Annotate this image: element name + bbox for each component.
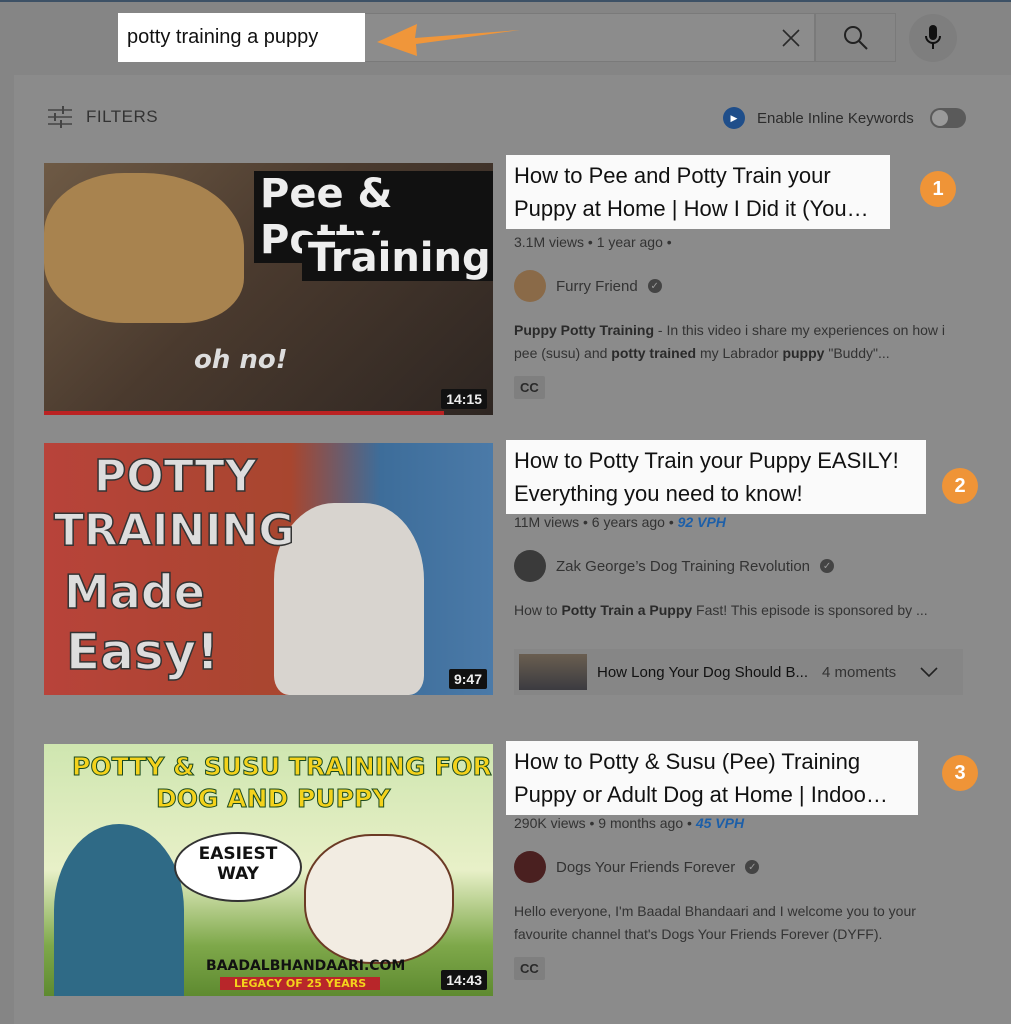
duration-badge: 9:47: [448, 669, 487, 689]
mic-icon: [925, 25, 941, 49]
channel-link[interactable]: Furry Friend ✓: [514, 270, 662, 302]
search-input[interactable]: potty training a puppy: [118, 13, 365, 62]
thumbnail-text: Training: [302, 235, 493, 281]
thumbnail-text: Made: [63, 564, 205, 620]
thumbnail-text: oh no!: [194, 345, 288, 375]
presenter-image: [54, 824, 184, 996]
speech-bubble: EASIEST WAY: [174, 832, 302, 902]
cc-badge: CC: [514, 957, 545, 980]
vph-label: 45 VPH: [695, 815, 745, 831]
video-thumbnail[interactable]: POTTY & SUSU TRAINING FOR DOG AND PUPPY …: [44, 744, 493, 996]
moments-count: 4 moments: [821, 663, 897, 681]
filters-label: FILTERS: [86, 107, 159, 126]
moment-thumbnail: [519, 654, 587, 690]
key-moments-row[interactable]: How Long Your Dog Should B... 4 moments: [514, 649, 963, 695]
close-icon[interactable]: [781, 28, 801, 48]
inline-keywords-label: Enable Inline Keywords: [757, 109, 914, 127]
voice-search-button[interactable]: [909, 14, 957, 62]
vph-label: 92 VPH: [677, 514, 726, 530]
channel-link[interactable]: Zak George’s Dog Training Revolution ✓: [514, 550, 835, 582]
thumbnail-text: POTTY: [93, 450, 257, 503]
duration-badge: 14:43: [441, 970, 487, 990]
watch-progress-bar: [44, 411, 444, 415]
annotation-arrow-icon: [377, 24, 520, 56]
thumbnail-text: TRAINING: [53, 504, 295, 557]
thumbnail-text: Easy!: [65, 622, 220, 682]
video-title[interactable]: How to Potty Train your Puppy EASILY! Ev…: [506, 440, 926, 514]
video-meta: 3.1M views • 1 year ago •: [514, 234, 672, 250]
video-meta: 290K views • 9 months ago • 45 VPH: [514, 815, 745, 831]
duration-badge: 14:15: [441, 389, 487, 409]
verified-icon: ✓: [647, 279, 662, 293]
search-icon: [844, 26, 868, 50]
puppy-image: [44, 173, 244, 323]
extension-logo-icon: ▶: [723, 107, 745, 129]
avatar: [514, 851, 546, 883]
filters-button[interactable]: FILTERS: [48, 106, 158, 128]
thumbnail-text: POTTY & SUSU TRAINING FOR: [72, 752, 493, 782]
video-description: Puppy Potty Training - In this video i s…: [514, 322, 946, 361]
video-title[interactable]: How to Potty & Susu (Pee) Training Puppy…: [506, 741, 918, 815]
verified-icon: ✓: [745, 860, 760, 874]
search-button[interactable]: [815, 13, 896, 62]
filter-sliders-icon: [48, 106, 72, 128]
verified-icon: ✓: [820, 559, 835, 573]
inline-keywords-toggle[interactable]: [929, 108, 966, 128]
channel-name: Dogs Your Friends Forever: [556, 858, 736, 876]
video-description: Hello everyone, I'm Baadal Bhandaari and…: [514, 903, 916, 942]
avatar: [514, 550, 546, 582]
cartoon-dog-image: [304, 834, 454, 964]
rank-badge: 2: [942, 468, 978, 504]
thumbnail-text: BAADALBHANDAARI.COM: [206, 958, 406, 974]
thumbnail-text: DOG AND PUPPY: [155, 784, 391, 814]
inline-keywords-control: ▶ Enable Inline Keywords: [723, 107, 966, 129]
top-border: [0, 0, 1011, 2]
cc-badge: CC: [514, 376, 545, 399]
channel-name: Furry Friend: [556, 277, 638, 295]
avatar: [514, 270, 546, 302]
video-thumbnail[interactable]: POTTY TRAINING Made Easy! 9:47: [44, 443, 493, 695]
video-meta: 11M views • 6 years ago • 92 VPH: [514, 514, 726, 530]
rank-badge: 1: [920, 171, 956, 207]
channel-link[interactable]: Dogs Your Friends Forever ✓: [514, 851, 760, 883]
thumbnail-text: LEGACY OF 25 YEARS: [220, 977, 381, 990]
rank-badge: 3: [942, 755, 978, 791]
channel-name: Zak George’s Dog Training Revolution: [556, 557, 811, 575]
video-description: How to Potty Train a Puppy Fast! This ep…: [514, 602, 928, 618]
video-thumbnail[interactable]: Pee & Potty Training oh no! 14:15: [44, 163, 493, 415]
husky-image: [274, 503, 424, 695]
moment-title: How Long Your Dog Should B...: [597, 663, 808, 681]
video-title[interactable]: How to Pee and Potty Train your Puppy at…: [506, 155, 890, 229]
chevron-down-icon[interactable]: [920, 666, 938, 678]
